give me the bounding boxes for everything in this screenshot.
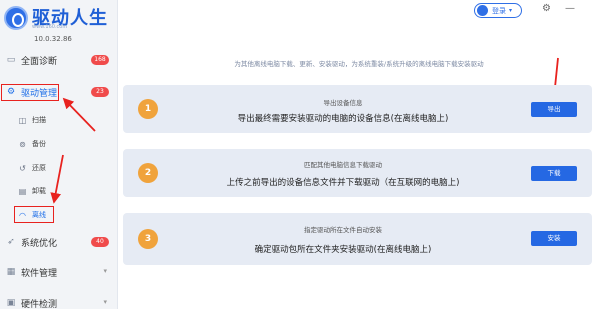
minus-icon[interactable]: — — [565, 3, 575, 14]
step-card-2: 2 匹配其他电脑信息下载驱动 上传之前导出的设备信息文件并下载驱动（在互联网的电… — [123, 149, 592, 197]
step-title: 导出设备信息 — [323, 99, 363, 107]
step-description: 导出最终需要安装驱动的电脑的设备信息(在离线电脑上) — [237, 114, 449, 124]
avatar-icon — [477, 5, 488, 16]
install-button[interactable]: 安装 — [531, 231, 577, 246]
step-card-1: 1 导出设备信息 导出最终需要安装驱动的电脑的设备信息(在离线电脑上) 导出 — [123, 85, 592, 133]
step-description: 上传之前导出的设备信息文件并下载驱动（在互联网的电脑上) — [226, 178, 460, 188]
chevron-down-icon: ▾ — [509, 7, 513, 14]
download-button[interactable]: 下载 — [531, 166, 577, 181]
step-card-3: 3 指定驱动所在文件自动安装 确定驱动包所在文件夹安装驱动(在离线电脑上) 安装 — [123, 213, 592, 265]
page-subtitle: 为其他离线电脑下载、更新、安装驱动，为系统重装/系统升级的离线电脑下载安装驱动 — [234, 60, 484, 68]
arrow-to-offline — [50, 154, 64, 204]
step-description: 确定驱动包所在文件夹安装驱动(在离线电脑上) — [254, 245, 432, 255]
gear-icon[interactable]: ⚙ — [542, 3, 551, 14]
step-title: 指定驱动所在文件自动安装 — [304, 226, 382, 234]
login-button[interactable]: 登录 ▾ — [474, 3, 522, 18]
arrow-to-driver-management — [62, 97, 96, 132]
login-label: 登录 — [492, 6, 506, 15]
step-title: 匹配其他电脑信息下载驱动 — [304, 161, 382, 169]
export-button[interactable]: 导出 — [531, 102, 577, 117]
